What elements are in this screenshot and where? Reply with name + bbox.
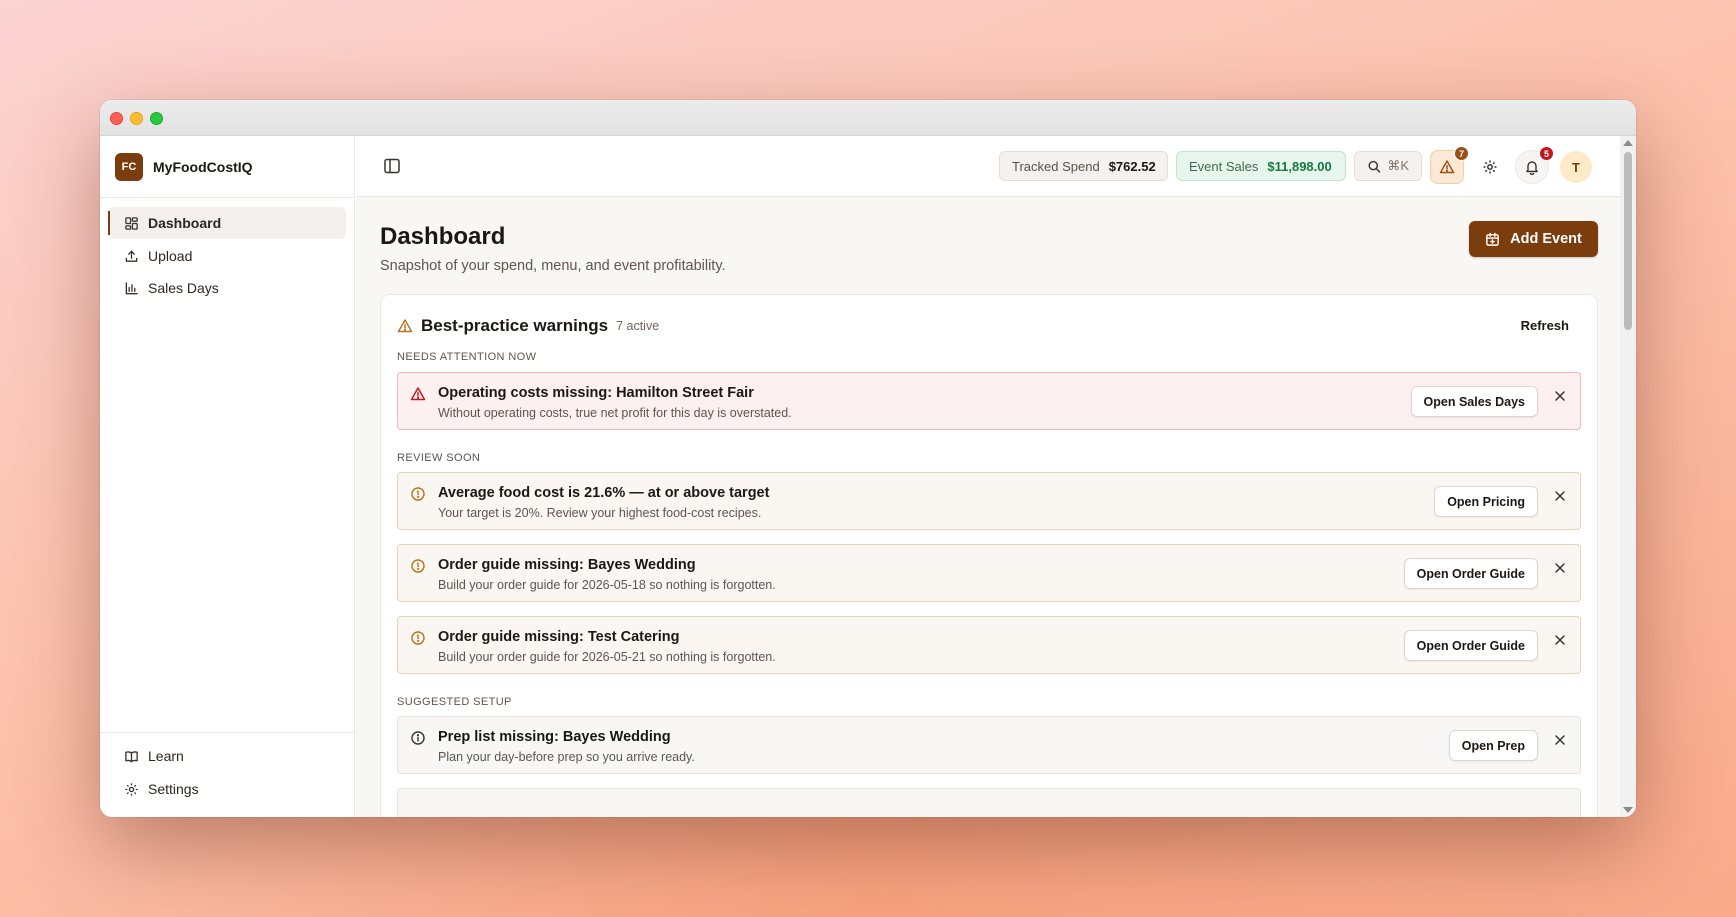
brand-logo: FC bbox=[115, 153, 143, 181]
event-sales-label: Event Sales bbox=[1189, 158, 1259, 174]
brand-name: MyFoodCostIQ bbox=[153, 159, 253, 175]
divider bbox=[100, 197, 355, 198]
notifications-button[interactable]: 5 bbox=[1515, 146, 1554, 184]
alert-circle-icon bbox=[411, 487, 425, 501]
tracked-spend-label: Tracked Spend bbox=[1012, 158, 1100, 174]
app-window: FC MyFoodCostIQ Dashboard Upload Sales D… bbox=[100, 100, 1636, 817]
close-icon[interactable] bbox=[1554, 562, 1566, 574]
warning-item bbox=[397, 788, 1581, 817]
sidebar-item-label: Sales Days bbox=[148, 280, 219, 296]
alert-triangle-icon bbox=[410, 387, 426, 401]
brand[interactable]: FC MyFoodCostIQ bbox=[115, 152, 253, 182]
open-prep-button[interactable]: Open Prep bbox=[1448, 730, 1538, 761]
settings-button[interactable] bbox=[1473, 150, 1507, 184]
gear-icon bbox=[125, 782, 138, 796]
scroll-up-arrow-icon[interactable] bbox=[1623, 140, 1633, 146]
sidebar-item-settings[interactable]: Settings bbox=[108, 773, 346, 805]
warnings-active-count: 7 active bbox=[616, 319, 660, 333]
warning-title: Order guide missing: Bayes Wedding bbox=[438, 557, 696, 573]
warning-description: Your target is 20%. Review your highest … bbox=[438, 506, 762, 520]
search-shortcut: ⌘K bbox=[1387, 158, 1409, 173]
open-order-guide-button[interactable]: Open Order Guide bbox=[1403, 630, 1538, 661]
warnings-button[interactable]: 7 bbox=[1430, 146, 1469, 184]
warning-item: Prep list missing: Bayes Wedding Plan yo… bbox=[397, 716, 1581, 774]
top-bar: Tracked Spend $762.52 Event Sales $11,89… bbox=[356, 136, 1620, 197]
warnings-card-header: Best-practice warnings 7 active bbox=[397, 315, 659, 337]
sidebar-toggle-icon[interactable] bbox=[382, 156, 402, 176]
section-label-review-soon: REVIEW SOON bbox=[397, 452, 481, 464]
page-title: Dashboard bbox=[380, 223, 506, 250]
sidebar-item-dashboard[interactable]: Dashboard bbox=[108, 207, 346, 239]
scrollbar-thumb[interactable] bbox=[1624, 152, 1632, 330]
warning-icon bbox=[397, 319, 413, 333]
close-icon[interactable] bbox=[1554, 490, 1566, 502]
divider bbox=[100, 732, 355, 733]
book-icon bbox=[125, 750, 138, 762]
close-icon[interactable] bbox=[1554, 634, 1566, 646]
sidebar-item-label: Learn bbox=[148, 748, 184, 764]
close-icon[interactable] bbox=[1554, 390, 1566, 402]
minimize-window-button[interactable] bbox=[130, 112, 143, 125]
dashboard-icon bbox=[125, 216, 138, 230]
alert-circle-icon bbox=[411, 559, 425, 573]
add-event-button[interactable]: Add Event bbox=[1469, 221, 1598, 257]
sidebar-item-label: Dashboard bbox=[148, 215, 222, 231]
main-content: Tracked Spend $762.52 Event Sales $11,89… bbox=[356, 136, 1636, 817]
avatar[interactable]: T bbox=[1560, 151, 1592, 183]
scrollbar[interactable] bbox=[1620, 136, 1636, 817]
close-window-button[interactable] bbox=[110, 112, 123, 125]
section-label-needs-attention: NEEDS ATTENTION NOW bbox=[397, 351, 537, 363]
sidebar-item-label: Settings bbox=[148, 781, 199, 797]
warnings-card-title: Best-practice warnings bbox=[421, 316, 609, 335]
sidebar-item-label: Upload bbox=[148, 248, 193, 264]
zoom-window-button[interactable] bbox=[150, 112, 163, 125]
bar-chart-icon bbox=[125, 281, 138, 294]
info-circle-icon bbox=[411, 731, 425, 745]
page-subtitle: Snapshot of your spend, menu, and event … bbox=[380, 258, 726, 274]
warnings-count-badge: 7 bbox=[1454, 146, 1469, 161]
sidebar-item-upload[interactable]: Upload bbox=[108, 240, 346, 272]
bell-icon bbox=[1526, 161, 1538, 175]
notifications-count-badge: 5 bbox=[1539, 146, 1554, 161]
section-label-suggested-setup: SUGGESTED SETUP bbox=[397, 696, 512, 708]
warning-description: Build your order guide for 2026-05-18 so… bbox=[438, 578, 776, 592]
warning-item: Operating costs missing: Hamilton Street… bbox=[397, 372, 1581, 430]
refresh-button[interactable]: Refresh bbox=[1521, 318, 1569, 333]
sidebar-item-sales-days[interactable]: Sales Days bbox=[108, 272, 346, 304]
upload-icon bbox=[125, 250, 138, 262]
alert-circle-icon bbox=[411, 631, 425, 645]
search-icon bbox=[1368, 160, 1381, 173]
event-sales-pill: Event Sales $11,898.00 bbox=[1176, 151, 1346, 181]
sidebar-item-learn[interactable]: Learn bbox=[108, 740, 346, 772]
warning-item: Order guide missing: Bayes Wedding Build… bbox=[397, 544, 1581, 602]
sidebar: FC MyFoodCostIQ Dashboard Upload Sales D… bbox=[100, 136, 355, 817]
calendar-plus-icon bbox=[1486, 232, 1499, 246]
gear-icon bbox=[1483, 160, 1497, 174]
warning-icon bbox=[1439, 160, 1455, 174]
open-sales-days-button[interactable]: Open Sales Days bbox=[1410, 386, 1538, 417]
open-order-guide-button[interactable]: Open Order Guide bbox=[1403, 558, 1538, 589]
close-icon[interactable] bbox=[1554, 734, 1566, 746]
search-button[interactable]: ⌘K bbox=[1354, 151, 1422, 181]
warnings-card: Best-practice warnings 7 active Refresh … bbox=[380, 294, 1598, 817]
open-pricing-button[interactable]: Open Pricing bbox=[1434, 486, 1538, 517]
scroll-down-arrow-icon[interactable] bbox=[1623, 807, 1633, 813]
warning-title: Average food cost is 21.6% — at or above… bbox=[438, 485, 770, 501]
warning-description: Plan your day-before prep so you arrive … bbox=[438, 750, 695, 764]
tracked-spend-value: $762.52 bbox=[1108, 158, 1156, 174]
window-titlebar bbox=[100, 100, 1636, 136]
tracked-spend-pill: Tracked Spend $762.52 bbox=[999, 151, 1168, 181]
add-event-label: Add Event bbox=[1510, 231, 1582, 247]
warning-title: Order guide missing: Test Catering bbox=[438, 629, 680, 645]
warning-title: Prep list missing: Bayes Wedding bbox=[438, 729, 671, 745]
warning-item: Order guide missing: Test Catering Build… bbox=[397, 616, 1581, 674]
warning-item: Average food cost is 21.6% — at or above… bbox=[397, 472, 1581, 530]
warning-title: Operating costs missing: Hamilton Street… bbox=[438, 385, 754, 401]
event-sales-value: $11,898.00 bbox=[1267, 158, 1332, 174]
warning-description: Build your order guide for 2026-05-21 so… bbox=[438, 650, 776, 664]
warning-description: Without operating costs, true net profit… bbox=[438, 406, 792, 420]
